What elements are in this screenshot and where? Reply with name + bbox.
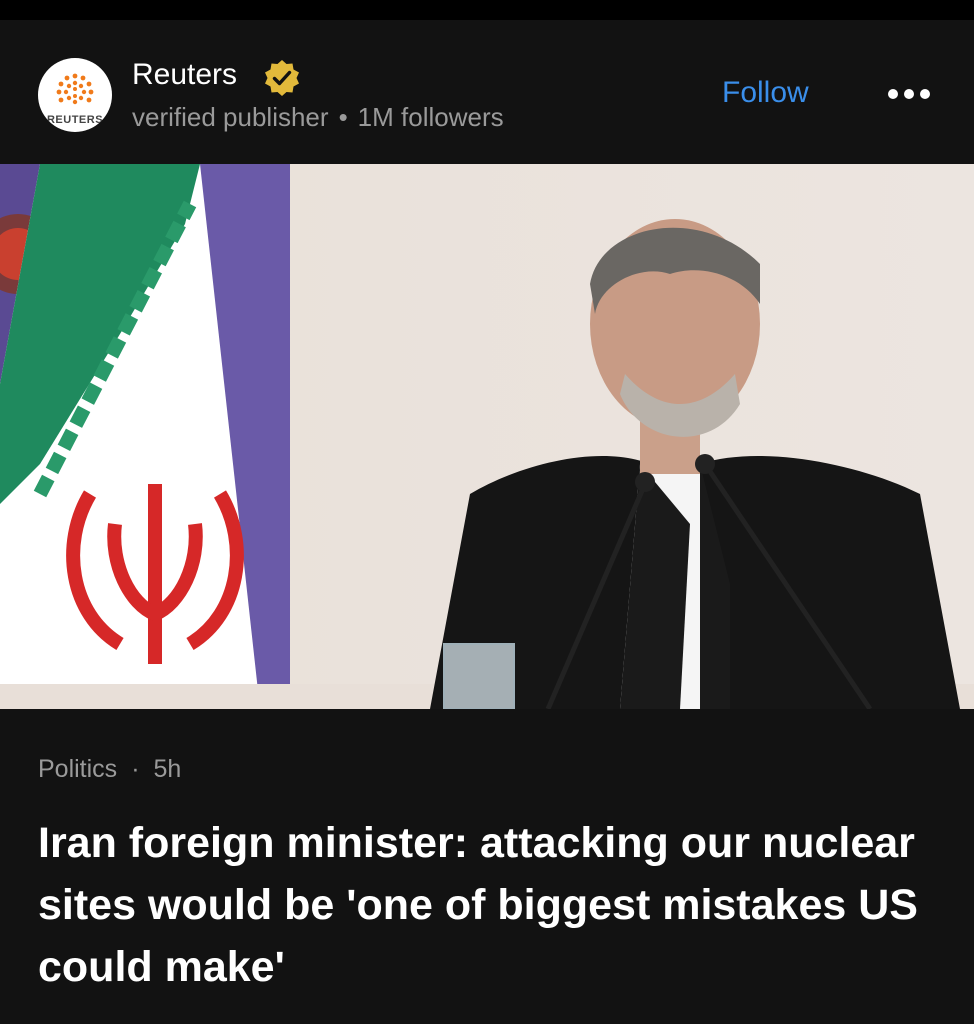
article-hero-image[interactable] (0, 164, 974, 709)
publisher-meta: verified publisher • 1M followers (132, 102, 504, 133)
article-meta-separator: · (131, 755, 140, 783)
press-conference-photo (0, 164, 974, 709)
publisher-avatar[interactable]: REUTERS (38, 58, 112, 132)
verified-badge-icon (265, 60, 299, 96)
meta-separator: • (338, 102, 348, 132)
avatar-logo-text: REUTERS (46, 114, 104, 126)
article-category[interactable]: Politics (38, 755, 117, 783)
article-meta: Politics · 5h (38, 755, 181, 784)
article-age: 5h (153, 755, 182, 783)
publisher-header: REUTERS Reuters verified publisher • 1M fo… (0, 20, 974, 164)
publisher-name[interactable]: Reuters (132, 58, 237, 92)
more-horizontal-icon[interactable] (884, 82, 934, 106)
status-bar-strip (0, 0, 974, 20)
followers-count: 1M followers (357, 102, 504, 132)
follow-button[interactable]: Follow (722, 76, 809, 110)
article-headline[interactable]: Iran foreign minister: attacking our nuc… (38, 812, 938, 998)
verified-publisher-label: verified publisher (132, 102, 329, 132)
